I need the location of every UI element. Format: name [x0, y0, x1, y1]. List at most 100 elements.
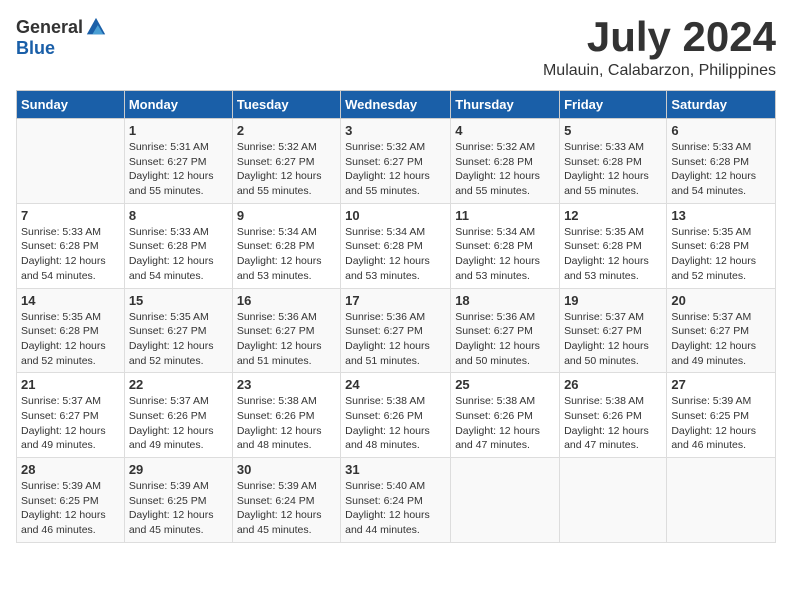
header-day-thursday: Thursday — [451, 91, 560, 119]
day-info: Sunrise: 5:40 AM Sunset: 6:24 PM Dayligh… — [345, 479, 446, 538]
day-info: Sunrise: 5:38 AM Sunset: 6:26 PM Dayligh… — [237, 394, 336, 453]
location-subtitle: Mulauin, Calabarzon, Philippines — [543, 62, 776, 80]
calendar-cell: 31 Sunrise: 5:40 AM Sunset: 6:24 PM Dayli… — [341, 458, 451, 543]
day-number: 1 — [129, 123, 228, 138]
calendar-cell: 17 Sunrise: 5:36 AM Sunset: 6:27 PM Dayli… — [341, 288, 451, 373]
day-info: Sunrise: 5:36 AM Sunset: 6:27 PM Dayligh… — [237, 310, 336, 369]
logo-general-text: General — [16, 17, 83, 38]
calendar-cell: 9 Sunrise: 5:34 AM Sunset: 6:28 PM Daylig… — [232, 203, 340, 288]
calendar-cell: 16 Sunrise: 5:36 AM Sunset: 6:27 PM Dayli… — [232, 288, 340, 373]
day-info: Sunrise: 5:38 AM Sunset: 6:26 PM Dayligh… — [345, 394, 446, 453]
header-day-wednesday: Wednesday — [341, 91, 451, 119]
calendar-cell: 19Sunrise: 5:37 AM Sunset: 6:27 PM Dayli… — [560, 288, 667, 373]
header-day-friday: Friday — [560, 91, 667, 119]
day-number: 25 — [455, 377, 555, 392]
calendar-cell: 3 Sunrise: 5:32 AM Sunset: 6:27 PM Daylig… — [341, 119, 451, 204]
calendar-cell: 14Sunrise: 5:35 AM Sunset: 6:28 PM Dayli… — [17, 288, 125, 373]
day-number: 9 — [237, 208, 336, 223]
calendar-cell: 30 Sunrise: 5:39 AM Sunset: 6:24 PM Dayli… — [232, 458, 340, 543]
day-info: Sunrise: 5:35 AM Sunset: 6:28 PM Dayligh… — [21, 310, 120, 369]
week-row-1: 1 Sunrise: 5:31 AM Sunset: 6:27 PM Daylig… — [17, 119, 776, 204]
day-number: 21 — [21, 377, 120, 392]
day-number: 22 — [129, 377, 228, 392]
day-number: 16 — [237, 293, 336, 308]
month-year-title: July 2024 — [543, 16, 776, 58]
day-info: Sunrise: 5:39 AM Sunset: 6:25 PM Dayligh… — [671, 394, 771, 453]
day-number: 12 — [564, 208, 662, 223]
day-number: 17 — [345, 293, 446, 308]
calendar-cell: 6 Sunrise: 5:33 AM Sunset: 6:28 PM Daylig… — [667, 119, 776, 204]
week-row-2: 7 Sunrise: 5:33 AM Sunset: 6:28 PM Daylig… — [17, 203, 776, 288]
week-row-3: 14Sunrise: 5:35 AM Sunset: 6:28 PM Dayli… — [17, 288, 776, 373]
day-info: Sunrise: 5:38 AM Sunset: 6:26 PM Dayligh… — [564, 394, 662, 453]
day-info: Sunrise: 5:31 AM Sunset: 6:27 PM Dayligh… — [129, 140, 228, 199]
header-day-tuesday: Tuesday — [232, 91, 340, 119]
calendar-body: 1 Sunrise: 5:31 AM Sunset: 6:27 PM Daylig… — [17, 119, 776, 543]
calendar-cell: 29Sunrise: 5:39 AM Sunset: 6:25 PM Dayli… — [124, 458, 232, 543]
day-number: 5 — [564, 123, 662, 138]
day-info: Sunrise: 5:39 AM Sunset: 6:25 PM Dayligh… — [21, 479, 120, 538]
header-day-monday: Monday — [124, 91, 232, 119]
calendar-cell: 18 Sunrise: 5:36 AM Sunset: 6:27 PM Dayli… — [451, 288, 560, 373]
header-day-saturday: Saturday — [667, 91, 776, 119]
logo: General Blue — [16, 16, 107, 59]
calendar-cell — [667, 458, 776, 543]
day-number: 27 — [671, 377, 771, 392]
title-area: July 2024 Mulauin, Calabarzon, Philippin… — [543, 16, 776, 80]
logo-icon — [85, 16, 107, 38]
day-number: 7 — [21, 208, 120, 223]
day-info: Sunrise: 5:33 AM Sunset: 6:28 PM Dayligh… — [129, 225, 228, 284]
header-day-sunday: Sunday — [17, 91, 125, 119]
day-info: Sunrise: 5:37 AM Sunset: 6:27 PM Dayligh… — [671, 310, 771, 369]
day-info: Sunrise: 5:33 AM Sunset: 6:28 PM Dayligh… — [671, 140, 771, 199]
day-number: 18 — [455, 293, 555, 308]
day-info: Sunrise: 5:37 AM Sunset: 6:27 PM Dayligh… — [21, 394, 120, 453]
day-info: Sunrise: 5:32 AM Sunset: 6:27 PM Dayligh… — [345, 140, 446, 199]
day-info: Sunrise: 5:36 AM Sunset: 6:27 PM Dayligh… — [455, 310, 555, 369]
calendar-cell: 23Sunrise: 5:38 AM Sunset: 6:26 PM Dayli… — [232, 373, 340, 458]
day-number: 15 — [129, 293, 228, 308]
week-row-4: 21 Sunrise: 5:37 AM Sunset: 6:27 PM Dayli… — [17, 373, 776, 458]
day-number: 8 — [129, 208, 228, 223]
page-header: General Blue July 2024 Mulauin, Calabarz… — [16, 16, 776, 80]
calendar-cell: 27 Sunrise: 5:39 AM Sunset: 6:25 PM Dayli… — [667, 373, 776, 458]
calendar-cell: 5 Sunrise: 5:33 AM Sunset: 6:28 PM Daylig… — [560, 119, 667, 204]
calendar-cell: 26 Sunrise: 5:38 AM Sunset: 6:26 PM Dayli… — [560, 373, 667, 458]
day-number: 19 — [564, 293, 662, 308]
day-info: Sunrise: 5:35 AM Sunset: 6:28 PM Dayligh… — [671, 225, 771, 284]
day-info: Sunrise: 5:36 AM Sunset: 6:27 PM Dayligh… — [345, 310, 446, 369]
calendar-cell: 11Sunrise: 5:34 AM Sunset: 6:28 PM Dayli… — [451, 203, 560, 288]
day-number: 10 — [345, 208, 446, 223]
day-info: Sunrise: 5:32 AM Sunset: 6:27 PM Dayligh… — [237, 140, 336, 199]
day-info: Sunrise: 5:39 AM Sunset: 6:25 PM Dayligh… — [129, 479, 228, 538]
calendar-cell: 15 Sunrise: 5:35 AM Sunset: 6:27 PM Dayli… — [124, 288, 232, 373]
day-info: Sunrise: 5:35 AM Sunset: 6:27 PM Dayligh… — [129, 310, 228, 369]
calendar-cell — [17, 119, 125, 204]
calendar-cell — [451, 458, 560, 543]
calendar-cell: 25Sunrise: 5:38 AM Sunset: 6:26 PM Dayli… — [451, 373, 560, 458]
day-number: 6 — [671, 123, 771, 138]
calendar-cell: 22Sunrise: 5:37 AM Sunset: 6:26 PM Dayli… — [124, 373, 232, 458]
day-number: 3 — [345, 123, 446, 138]
calendar-table: SundayMondayTuesdayWednesdayThursdayFrid… — [16, 90, 776, 543]
day-number: 24 — [345, 377, 446, 392]
day-info: Sunrise: 5:39 AM Sunset: 6:24 PM Dayligh… — [237, 479, 336, 538]
day-info: Sunrise: 5:33 AM Sunset: 6:28 PM Dayligh… — [564, 140, 662, 199]
calendar-cell: 12 Sunrise: 5:35 AM Sunset: 6:28 PM Dayli… — [560, 203, 667, 288]
calendar-cell: 13Sunrise: 5:35 AM Sunset: 6:28 PM Dayli… — [667, 203, 776, 288]
calendar-cell: 1 Sunrise: 5:31 AM Sunset: 6:27 PM Daylig… — [124, 119, 232, 204]
calendar-cell: 8 Sunrise: 5:33 AM Sunset: 6:28 PM Daylig… — [124, 203, 232, 288]
day-info: Sunrise: 5:34 AM Sunset: 6:28 PM Dayligh… — [237, 225, 336, 284]
day-info: Sunrise: 5:35 AM Sunset: 6:28 PM Dayligh… — [564, 225, 662, 284]
day-number: 20 — [671, 293, 771, 308]
day-number: 31 — [345, 462, 446, 477]
day-number: 28 — [21, 462, 120, 477]
header-row: SundayMondayTuesdayWednesdayThursdayFrid… — [17, 91, 776, 119]
calendar-cell: 21 Sunrise: 5:37 AM Sunset: 6:27 PM Dayli… — [17, 373, 125, 458]
day-info: Sunrise: 5:33 AM Sunset: 6:28 PM Dayligh… — [21, 225, 120, 284]
calendar-header: SundayMondayTuesdayWednesdayThursdayFrid… — [17, 91, 776, 119]
calendar-cell — [560, 458, 667, 543]
day-number: 26 — [564, 377, 662, 392]
day-number: 30 — [237, 462, 336, 477]
calendar-cell: 7 Sunrise: 5:33 AM Sunset: 6:28 PM Daylig… — [17, 203, 125, 288]
